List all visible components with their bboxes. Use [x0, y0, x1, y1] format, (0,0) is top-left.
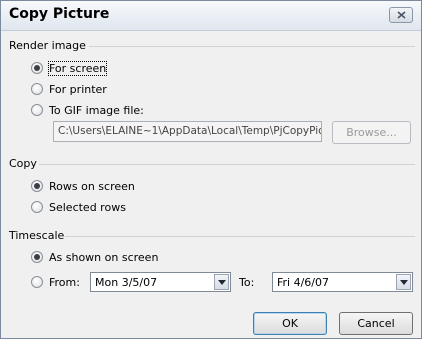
- chevron-down-icon: [218, 280, 226, 285]
- radio-label: For screen: [47, 60, 108, 76]
- dropdown-arrow-button[interactable]: [214, 274, 229, 290]
- radio-button[interactable]: [31, 251, 43, 263]
- radio-label: From:: [49, 275, 80, 289]
- from-date-select[interactable]: Mon 3/5/07: [90, 272, 231, 292]
- ok-label: OK: [282, 317, 298, 330]
- radio-from[interactable]: From:: [31, 274, 80, 290]
- radio-button[interactable]: [31, 104, 43, 116]
- radio-button[interactable]: [31, 201, 43, 213]
- radio-for-printer[interactable]: For printer: [31, 81, 107, 97]
- copy-group-label: Copy: [9, 157, 37, 170]
- radio-button[interactable]: [31, 83, 43, 95]
- radio-rows-on-screen[interactable]: Rows on screen: [31, 178, 135, 194]
- dropdown-arrow-button[interactable]: [396, 274, 411, 290]
- cancel-label: Cancel: [357, 317, 395, 330]
- radio-label: For printer: [49, 82, 107, 96]
- dialog-title: Copy Picture: [9, 6, 110, 22]
- timescale-group-label: Timescale: [9, 229, 65, 242]
- browse-label: Browse...: [346, 126, 397, 139]
- to-date-value: Fri 4/6/07: [277, 276, 330, 289]
- radio-for-screen[interactable]: For screen: [31, 60, 108, 76]
- render-image-group-label: Render image: [9, 39, 86, 52]
- to-date-select[interactable]: Fri 4/6/07: [272, 272, 413, 292]
- close-button[interactable]: [389, 7, 413, 23]
- copy-picture-dialog: Copy Picture Render image For screen For…: [0, 0, 422, 339]
- copy-divider: [39, 164, 415, 165]
- radio-button[interactable]: [31, 180, 43, 192]
- radio-label: Selected rows: [49, 200, 126, 214]
- gif-file-path-field[interactable]: C:\Users\ELAINE~1\AppData\Local\Temp\PjC…: [53, 121, 322, 142]
- chevron-down-icon: [400, 280, 408, 285]
- radio-button[interactable]: [31, 62, 43, 74]
- radio-selected-rows[interactable]: Selected rows: [31, 199, 126, 215]
- radio-button[interactable]: [31, 276, 43, 288]
- ok-button[interactable]: OK: [253, 312, 327, 335]
- radio-to-gif-file[interactable]: To GIF image file:: [31, 102, 144, 118]
- timescale-divider: [65, 236, 415, 237]
- radio-label: Rows on screen: [49, 179, 135, 193]
- radio-label: As shown on screen: [49, 250, 159, 264]
- close-icon: [397, 11, 406, 19]
- render-image-divider: [89, 46, 415, 47]
- title-bar: Copy Picture: [1, 1, 421, 31]
- cancel-button[interactable]: Cancel: [339, 312, 413, 335]
- browse-button[interactable]: Browse...: [332, 121, 411, 144]
- to-label: To:: [239, 276, 255, 289]
- radio-label: To GIF image file:: [49, 103, 144, 117]
- radio-as-shown-on-screen[interactable]: As shown on screen: [31, 249, 158, 265]
- from-date-value: Mon 3/5/07: [95, 276, 158, 289]
